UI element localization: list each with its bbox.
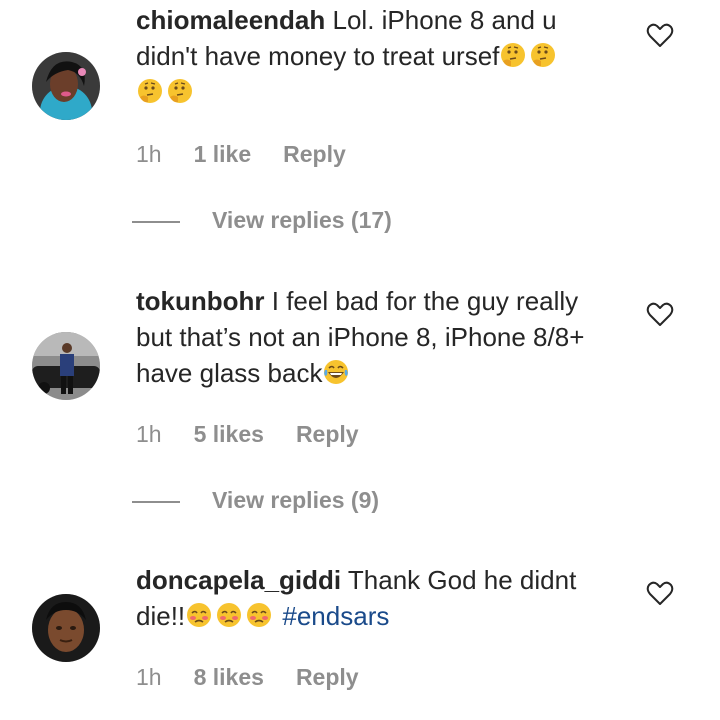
comment-body-line2: but that’s not an iPhone 8, iPhone 8/8+ bbox=[136, 322, 585, 352]
timestamp: 1h bbox=[136, 141, 162, 167]
avatar[interactable] bbox=[32, 594, 100, 662]
comment-body-line2: didn't have money to treat ursef bbox=[136, 41, 500, 71]
comment-meta: 1h 5 likes Reply bbox=[136, 419, 359, 449]
comment-meta: 1h 8 likes Reply bbox=[136, 662, 359, 692]
comment-text: tokunbohr I feel bad for the guy really … bbox=[136, 283, 626, 391]
reply-button[interactable]: Reply bbox=[296, 419, 359, 449]
comment-text: chiomaleendah Lol. iPhone 8 and u didn't… bbox=[136, 2, 626, 110]
username[interactable]: chiomaleendah bbox=[136, 5, 325, 35]
weary-face-icon bbox=[215, 601, 243, 629]
weary-face-icon bbox=[185, 601, 213, 629]
username[interactable]: doncapela_giddi bbox=[136, 565, 341, 595]
like-heart-icon[interactable] bbox=[646, 301, 674, 327]
view-replies-button[interactable]: View replies (9) bbox=[132, 485, 379, 515]
thinking-face-icon bbox=[529, 41, 557, 69]
view-replies-label: View replies (9) bbox=[212, 487, 380, 513]
avatar[interactable] bbox=[32, 332, 100, 400]
reply-button[interactable]: Reply bbox=[296, 662, 359, 692]
likes-count[interactable]: 1 like bbox=[194, 139, 252, 169]
timestamp: 1h bbox=[136, 421, 162, 447]
thinking-face-icon bbox=[499, 41, 527, 69]
reply-button[interactable]: Reply bbox=[283, 139, 346, 169]
likes-count[interactable]: 8 likes bbox=[194, 662, 264, 692]
view-replies-label: View replies (17) bbox=[212, 207, 392, 233]
hashtag-link[interactable]: #endsars bbox=[282, 601, 389, 631]
comment-text: doncapela_giddi Thank God he didnt die!!… bbox=[136, 562, 626, 634]
comment-body-line3: have glass back bbox=[136, 358, 323, 388]
thinking-face-icon bbox=[136, 77, 164, 105]
weary-face-icon bbox=[245, 601, 273, 629]
comment-body-line1: I feel bad for the guy really bbox=[271, 286, 579, 316]
divider-line bbox=[132, 220, 180, 223]
comment-meta: 1h 1 like Reply bbox=[136, 139, 346, 169]
view-replies-button[interactable]: View replies (17) bbox=[132, 205, 392, 235]
likes-count[interactable]: 5 likes bbox=[194, 419, 264, 449]
comment-body-line2: die!! bbox=[136, 601, 186, 631]
thinking-face-icon bbox=[166, 77, 194, 105]
like-heart-icon[interactable] bbox=[646, 580, 674, 606]
comment-body-line1: Lol. iPhone 8 and u bbox=[332, 5, 557, 35]
timestamp: 1h bbox=[136, 664, 162, 690]
like-heart-icon[interactable] bbox=[646, 22, 674, 48]
divider-line bbox=[132, 500, 180, 503]
comment-body-line1: Thank God he didnt bbox=[347, 565, 577, 595]
grinning-tears-icon bbox=[322, 358, 350, 386]
username[interactable]: tokunbohr bbox=[136, 286, 265, 316]
avatar[interactable] bbox=[32, 52, 100, 120]
